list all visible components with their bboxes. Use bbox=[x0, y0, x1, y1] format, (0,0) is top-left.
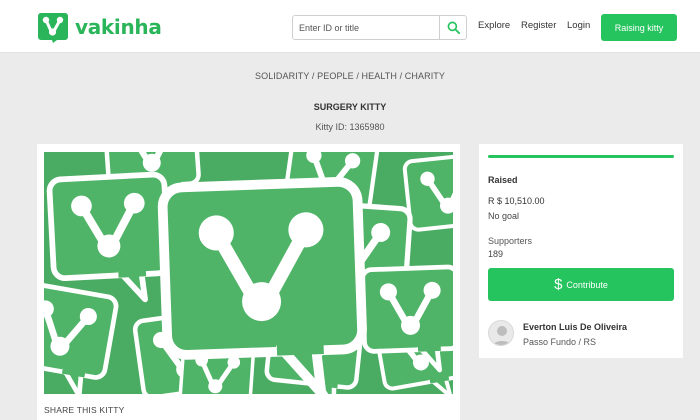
nav-register-link[interactable]: Register bbox=[521, 20, 556, 31]
category-breadcrumb[interactable]: SOLIDARITY / PEOPLE / HEALTH / CHARITY bbox=[0, 71, 700, 81]
raised-label: Raised bbox=[488, 175, 518, 185]
search-icon bbox=[447, 21, 460, 34]
supporters-count: 189 bbox=[488, 249, 504, 259]
share-section-label: SHARE THIS KITTY bbox=[44, 405, 125, 415]
search-input[interactable] bbox=[293, 16, 439, 39]
contribute-label: Contribute bbox=[566, 279, 608, 290]
vakinha-pattern-image bbox=[44, 152, 453, 394]
nav-login-link[interactable]: Login bbox=[567, 20, 590, 31]
raised-amount: R $ 10,510.00 bbox=[488, 196, 545, 206]
raising-kitty-button[interactable]: Raising kitty bbox=[601, 14, 677, 41]
site-header: vakinha Explore Register Login Raising k… bbox=[0, 0, 700, 53]
donation-summary-card: Raised R $ 10,510.00 No goal Supporters … bbox=[479, 144, 683, 358]
kitty-main-card: SHARE THIS KITTY bbox=[37, 144, 460, 420]
organizer-name[interactable]: Everton Luis De Oliveira bbox=[523, 322, 627, 332]
dollar-icon: $ bbox=[554, 276, 563, 293]
kitty-id: Kitty ID: 1365980 bbox=[315, 122, 385, 132]
goal-text: No goal bbox=[488, 211, 520, 221]
search-button[interactable] bbox=[439, 16, 466, 39]
vakinha-logo-icon bbox=[38, 13, 68, 43]
progress-bar bbox=[488, 155, 674, 158]
logo-text: vakinha bbox=[75, 15, 162, 39]
organizer-location: Passo Fundo / RS bbox=[523, 337, 597, 347]
user-avatar-icon bbox=[489, 321, 513, 345]
nav-explore-link[interactable]: Explore bbox=[478, 20, 510, 31]
contribute-button[interactable]: $ Contribute bbox=[488, 268, 674, 301]
supporters-label: Supporters bbox=[488, 236, 533, 246]
site-logo[interactable]: vakinha bbox=[37, 11, 162, 43]
organizer-avatar[interactable] bbox=[488, 320, 514, 346]
kitty-banner-image bbox=[44, 152, 453, 394]
search-box bbox=[292, 15, 467, 40]
page-title: SURGERY KITTY bbox=[313, 102, 387, 112]
